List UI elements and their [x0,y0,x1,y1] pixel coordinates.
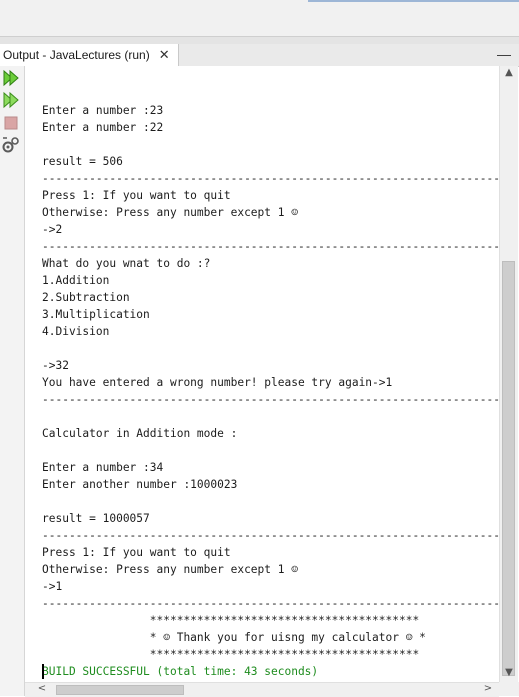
console-line: 2.Subtraction [42,291,130,304]
editor-top-area [0,0,519,37]
rerun-icon[interactable] [1,68,21,88]
console-line: Enter a number :22 [42,121,164,134]
settings-icon[interactable] [1,135,21,155]
console-line: 3.Multiplication [42,308,150,321]
console-line: * ☺ Thank you for uisng my calculator ☺ … [42,631,426,644]
minimize-icon[interactable]: — [497,46,511,64]
output-console[interactable]: Enter a number :23 Enter a number :22 resu… [25,66,499,682]
console-line: Press 1: If you want to quit [42,189,231,202]
scrollbar-corner [499,682,519,696]
output-toolbar [0,66,25,696]
console-line: **************************************** [42,614,420,627]
console-line: ----------------------------------------… [42,529,499,542]
tab-output-javalectures[interactable]: Output - JavaLectures (run) ✕ [0,44,179,66]
console-line: ->1 [42,580,63,593]
console-line: ----------------------------------------… [42,240,499,253]
console-line: Enter another number :1000023 [42,478,238,491]
console-line: ->32 [42,359,69,372]
horizontal-scrollbar[interactable]: < > [25,682,499,697]
console-line: result = 506 [42,155,123,168]
console-line: ----------------------------------------… [42,597,499,610]
console-line: What do you wnat to do :? [42,257,211,270]
console-line: Otherwise: Press any number except 1 ☺ [42,563,298,576]
vertical-scrollbar[interactable]: ▲ ▼ [499,66,518,682]
console-line: 4.Division [42,325,110,338]
console-line: Press 1: If you want to quit [42,546,231,559]
tab-title: Output - JavaLectures (run) [3,48,150,62]
scroll-left-icon[interactable]: < [35,683,49,697]
console-line: You have entered a wrong number! please … [42,376,393,389]
close-icon[interactable]: ✕ [159,47,170,63]
console-line: ----------------------------------------… [42,393,499,406]
build-status-line: BUILD SUCCESSFUL (total time: 43 seconds… [42,665,319,678]
console-line: Otherwise: Press any number except 1 ☺ [42,206,298,219]
scroll-up-icon[interactable]: ▲ [500,67,518,81]
scroll-down-icon[interactable]: ▼ [500,667,518,681]
output-tab-bar: Output - JavaLectures (run) ✕ — [0,44,519,67]
active-editor-accent [308,0,519,2]
text-caret [42,664,44,679]
rerun-with-options-icon[interactable] [1,90,21,110]
panel-separator [0,37,519,44]
stop-icon[interactable] [1,113,21,133]
console-line: Enter a number :23 [42,104,164,117]
vertical-scroll-thumb[interactable] [502,261,515,676]
console-line: result = 1000057 [42,512,150,525]
scroll-right-icon[interactable]: > [481,683,495,697]
horizontal-scroll-thumb[interactable] [56,685,184,695]
console-line: Enter a number :34 [42,461,164,474]
console-line: **************************************** [42,648,420,661]
console-lines: Enter a number :23 Enter a number :22 resu… [42,85,499,680]
console-line: 1.Addition [42,274,110,287]
console-line: ->2 [42,223,63,236]
console-line: Calculator in Addition mode : [42,427,238,440]
console-line: ----------------------------------------… [42,172,499,185]
